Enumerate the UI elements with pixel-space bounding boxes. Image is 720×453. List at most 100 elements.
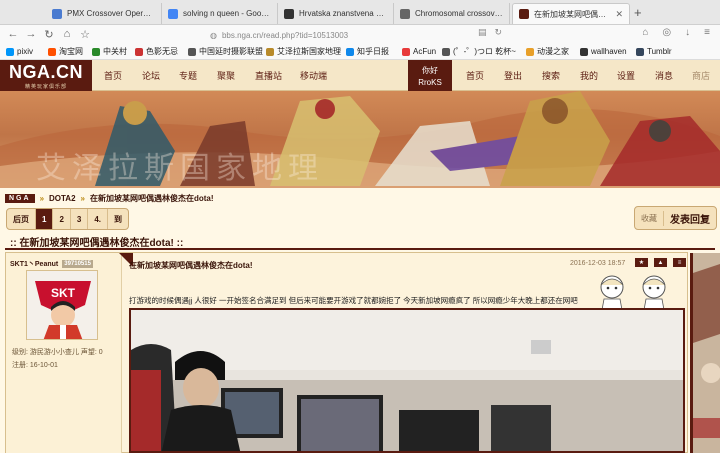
bookmarks-bar: pixiv 淘宝网 中关村 色影无忌 中国延时摄影联盟 艾泽拉斯国家地理 知乎日…: [0, 43, 720, 60]
browser-tab[interactable]: PMX Crossover Operator Tu...: [46, 3, 162, 24]
user-nav-home[interactable]: 首页: [466, 69, 484, 82]
nav-topics[interactable]: 专题: [179, 69, 197, 82]
bookmark-item[interactable]: pixiv: [6, 45, 33, 58]
tab-favicon-icon: [168, 8, 178, 19]
url-text: bbs.nga.cn/read.php?tid=10513003: [221, 30, 349, 40]
menu-icon[interactable]: ≡: [704, 27, 710, 38]
user-nav-messages[interactable]: 消息: [655, 69, 673, 82]
bookmark-item[interactable]: wallhaven: [580, 45, 627, 58]
download-icon[interactable]: ↓: [685, 27, 690, 38]
side-advertisement[interactable]: [690, 253, 720, 453]
pager-page[interactable]: 3: [71, 209, 89, 229]
author-level-row: 级别: 游民游小小查儿 声望: 0: [12, 349, 103, 356]
browser-tab[interactable]: Chromosomal crossover -...: [394, 3, 510, 24]
refresh-small-icon[interactable]: ↻: [495, 27, 503, 38]
new-tab-button[interactable]: +: [634, 5, 642, 20]
bookmark-favicon-icon: [442, 47, 450, 56]
user-nav-logout[interactable]: 登出: [504, 69, 522, 82]
bookmark-star-icon[interactable]: ☆: [76, 25, 94, 43]
forward-arrow-icon[interactable]: →: [22, 25, 40, 43]
favorite-button[interactable]: 收藏: [635, 213, 663, 224]
author-uid[interactable]: 39710515: [62, 260, 93, 268]
nav-forum[interactable]: 论坛: [142, 69, 160, 82]
reader-mode-icon[interactable]: ▤: [478, 27, 487, 38]
bookmark-item[interactable]: 艾泽拉斯国家地理: [266, 45, 341, 58]
user-nav-shop[interactable]: 商店: [692, 69, 710, 82]
post-body: 打游戏的时候偶遇jj 人很好 一开始签名合满足到 但后来可能要开游戏了就都婉拒了…: [129, 296, 578, 305]
up-icon[interactable]: ▲: [654, 258, 667, 267]
breadcrumb: NGA » DOTA2 » 在新加坡某网吧偶遇林俊杰在dota!: [5, 192, 214, 204]
tab-favicon-icon: [519, 9, 529, 19]
browser-tab-active[interactable]: 在新加坡某网吧偶遇林俊杰在dota! ✕: [512, 3, 630, 24]
home-icon[interactable]: ⌂: [58, 25, 76, 43]
author-level: 游民游小小查儿: [29, 349, 79, 356]
bookmark-item[interactable]: 淘宝网: [48, 45, 83, 58]
author-info: SKT1丶Peanut 39710515: [10, 259, 93, 269]
pager-page[interactable]: 2: [53, 209, 71, 229]
bookmark-item[interactable]: 动漫之家: [526, 45, 569, 58]
back-arrow-icon[interactable]: ←: [4, 25, 22, 43]
bookmark-item[interactable]: 中国延时摄影联盟: [188, 45, 263, 58]
toolbar-right: ⌂ ◎ ↓ ≡: [642, 27, 710, 38]
address-bar-actions: ▤ ↻: [478, 27, 502, 38]
post: SKT1丶Peanut 39710515 SKT 级别: 游民游小小查儿 声望:: [5, 252, 688, 453]
title-divider: [5, 248, 715, 250]
pager-prev[interactable]: 后页: [7, 209, 36, 229]
user-nav-settings[interactable]: 设置: [617, 69, 635, 82]
tab-title: Chromosomal crossover -...: [415, 9, 503, 18]
bookmark-item[interactable]: Tumblr: [636, 45, 672, 58]
breadcrumb-thread[interactable]: 在新加坡某网吧偶遇林俊杰在dota!: [90, 193, 214, 204]
close-tab-icon[interactable]: ✕: [615, 9, 623, 20]
menu-icon[interactable]: ≡: [673, 258, 686, 267]
tab-favicon-icon: [284, 8, 294, 19]
tab-title: PMX Crossover Operator Tu...: [67, 9, 155, 18]
nav-mobile[interactable]: 移动端: [300, 69, 327, 82]
breadcrumb-forum[interactable]: DOTA2: [49, 194, 76, 203]
browser-tab-bar: PMX Crossover Operator Tu... solving n q…: [0, 0, 720, 25]
logo-subtitle: 精英玩家俱乐部: [24, 83, 67, 90]
star-icon[interactable]: ★: [635, 258, 648, 267]
nav-home[interactable]: 首页: [104, 69, 122, 82]
post-actions: ★ ▲ ≡: [635, 258, 686, 267]
post-content: 在新加坡某网吧偶遇林俊杰在dota! 2016-12-03 18:57 ★ ▲ …: [127, 253, 687, 453]
bookmark-item[interactable]: AcFun: [402, 45, 436, 58]
site-banner: 艾泽拉斯国家地理: [0, 91, 720, 188]
pager-go[interactable]: 到: [108, 209, 128, 229]
bookmark-favicon-icon: [580, 47, 588, 56]
home-toolbar-icon[interactable]: ⌂: [642, 27, 648, 38]
shield-icon[interactable]: ◎: [662, 27, 671, 38]
bookmark-item[interactable]: 中关村: [92, 45, 127, 58]
post-photo[interactable]: [129, 308, 685, 453]
tab-favicon-icon: [52, 8, 62, 19]
bookmark-favicon-icon: [526, 47, 534, 56]
reply-button[interactable]: 发表回复: [663, 210, 716, 226]
reload-icon[interactable]: ↻: [40, 25, 58, 43]
tab-favicon-icon: [400, 8, 410, 19]
author-reg-row: 注册: 16-10-01: [12, 362, 58, 369]
nav-live[interactable]: 直播站: [255, 69, 282, 82]
browser-tab[interactable]: solving n queen - Google Sc...: [162, 3, 278, 24]
pager-page[interactable]: 4.: [88, 209, 109, 229]
avatar[interactable]: SKT: [26, 270, 98, 340]
chevron-right-icon: »: [39, 193, 45, 203]
pager-page-current[interactable]: 1: [36, 209, 54, 229]
address-bar[interactable]: ◍ bbs.nga.cn/read.php?tid=10513003: [210, 28, 500, 42]
browser-tab[interactable]: Hrvatska znanstvena bibliog...: [278, 3, 394, 24]
post-date: 2016-12-03 18:57: [570, 260, 626, 267]
bookmark-item[interactable]: 知乎日报: [346, 45, 389, 58]
author-name[interactable]: SKT1丶Peanut: [10, 259, 58, 269]
user-nav-search[interactable]: 搜索: [542, 69, 560, 82]
tab-title: solving n queen - Google Sc...: [183, 9, 271, 18]
post-subject: 在新加坡某网吧偶遇林俊杰在dota!: [129, 261, 253, 270]
nav-gatherings[interactable]: 聚聚: [217, 69, 235, 82]
breadcrumb-logo[interactable]: NGA: [5, 193, 35, 203]
site-logo[interactable]: NGA.CN 精英玩家俱乐部: [0, 60, 92, 91]
bookmark-favicon-icon: [92, 47, 100, 56]
author-prestige: 0: [98, 349, 103, 356]
bookmark-item[interactable]: (゜-゜)つロ 乾杯~: [442, 45, 516, 58]
forum-area: NGA » DOTA2 » 在新加坡某网吧偶遇林俊杰在dota! 后页 1 2 …: [0, 188, 720, 453]
user-greeting[interactable]: 你好 RroKS: [408, 60, 452, 91]
bookmark-item[interactable]: 色影无忌: [135, 45, 178, 58]
username: RroKS: [418, 77, 442, 87]
user-nav-mine[interactable]: 我的: [580, 69, 598, 82]
